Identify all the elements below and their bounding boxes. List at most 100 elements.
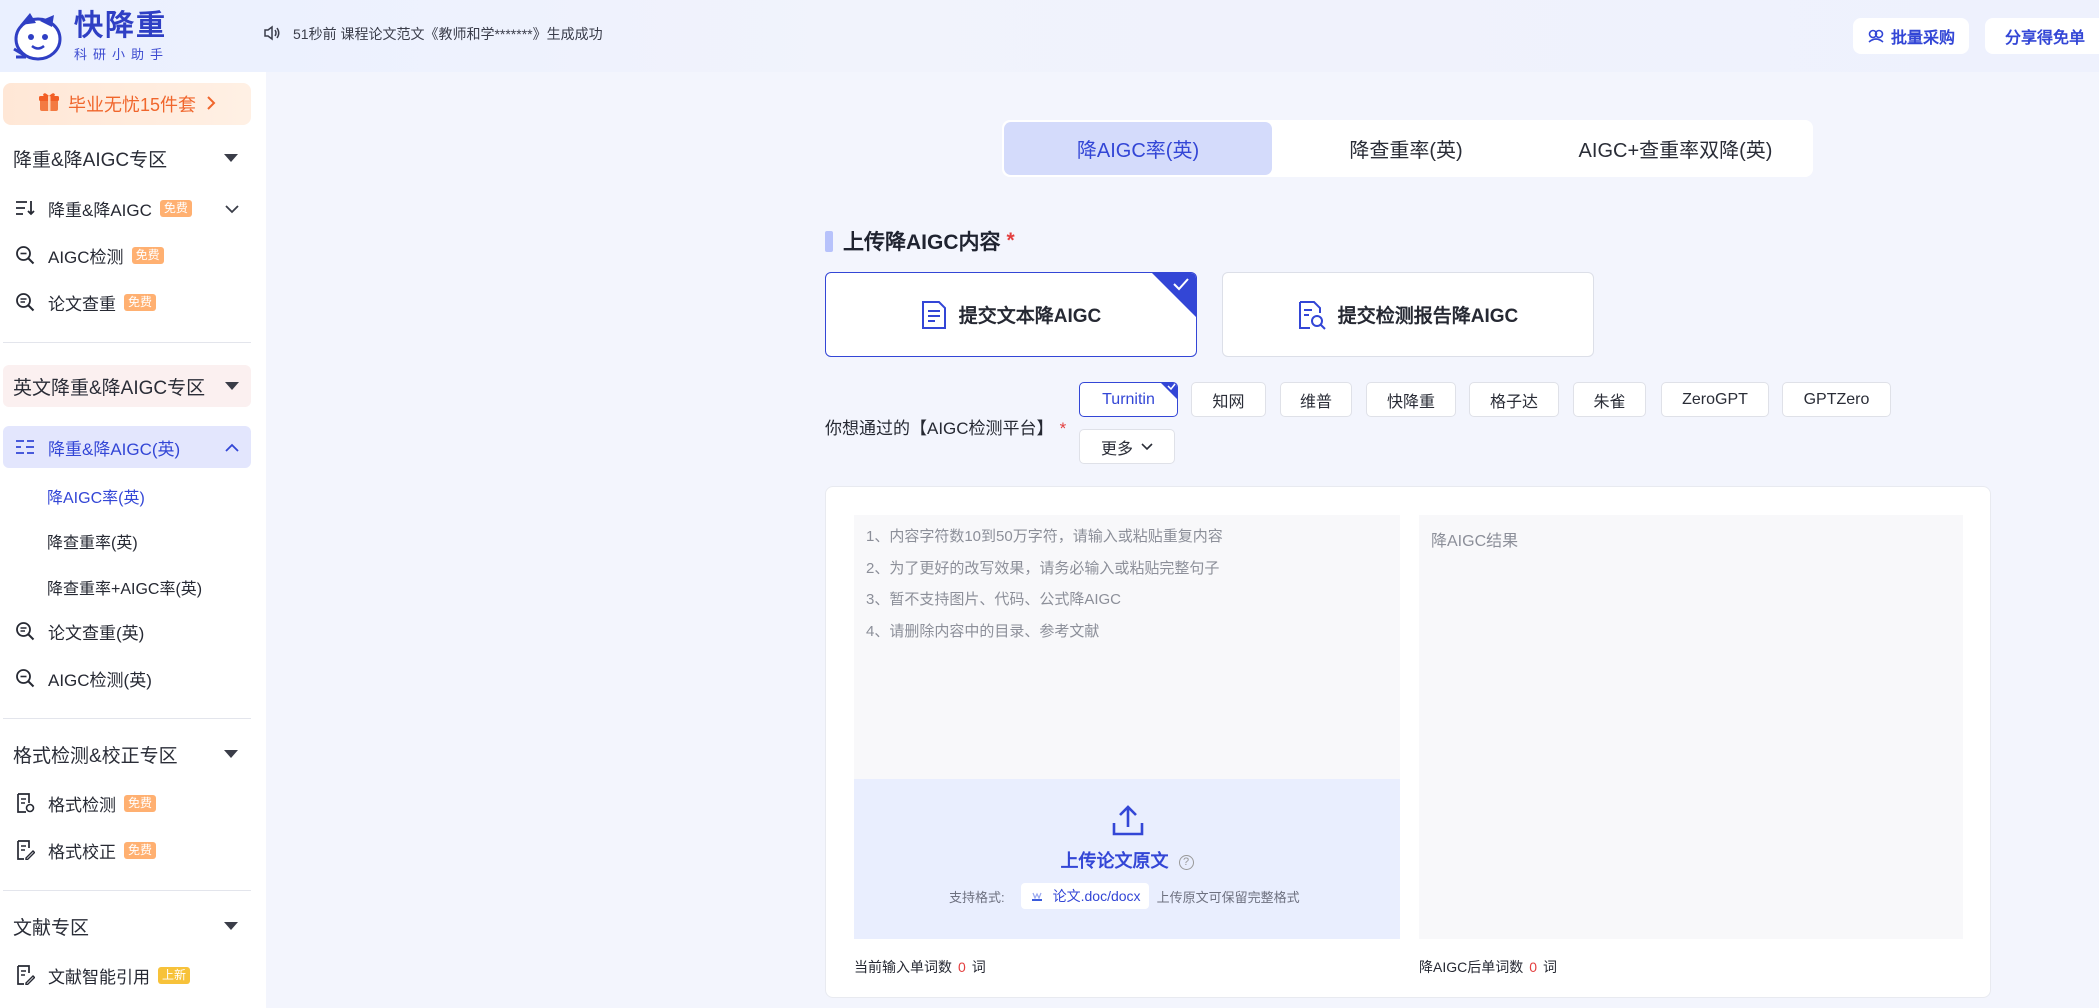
free-badge: 免费 — [124, 794, 157, 812]
input-hint: 3、暂不支持图片、代码、公式降AIGC — [866, 591, 1122, 608]
share-button[interactable]: 分享得免单 — [1985, 18, 2099, 54]
platform-label: Turnitin — [1102, 390, 1155, 408]
free-badge: 免费 — [124, 841, 157, 859]
section-english-rewrite-aigc[interactable]: 英文降重&降AIGC专区 — [3, 365, 251, 407]
platform-kuaijiangchong[interactable]: 快降重 — [1366, 382, 1456, 417]
section-title: 文献专区 — [13, 917, 90, 939]
submit-text-label: 提交文本降AIGC — [958, 306, 1102, 327]
sub-item-reduce-aigc-en[interactable]: 降AIGC率(英) — [47, 484, 145, 508]
sidebar-item-format-check[interactable]: 格式检测 免费 — [3, 782, 251, 824]
supported-formats: 支持格式: 论文.doc/docx 上传原文可保留完整格式 — [949, 883, 1300, 909]
tab-dual-reduce-en[interactable]: AIGC+查重率双降(英) — [1540, 122, 1811, 175]
upload-title-row: 上传论文原文? — [854, 847, 1400, 873]
sidebar-item-plagiarism-check[interactable]: 论文查重 免费 — [3, 281, 251, 323]
logo-mascot-icon — [10, 9, 68, 63]
count-prefix: 当前输入单词数 — [854, 959, 952, 975]
sidebar-item-smart-citation[interactable]: 文献智能引用 上新 — [3, 954, 251, 996]
sub-item-reduce-dup-en[interactable]: 降查重率(英) — [47, 529, 138, 553]
sidebar-item-label: 论文查重 — [48, 294, 116, 314]
platform-gezida[interactable]: 格子达 — [1469, 382, 1559, 417]
section-title: 降重&降AIGC专区 — [13, 149, 168, 171]
promo-banner[interactable]: 毕业无忧15件套 — [3, 83, 251, 125]
platform-vip[interactable]: 维普 — [1280, 382, 1352, 417]
result-word-count: 降AIGC后单词数 0 词 — [1419, 957, 1557, 977]
sidebar-item-label: 论文查重(英) — [48, 623, 145, 643]
sidebar-item-english-aigc-check[interactable]: AIGC检测(英) — [3, 657, 251, 699]
check-icon — [1167, 383, 1176, 391]
input-word-count: 当前输入单词数 0 词 — [854, 957, 986, 977]
speaker-icon — [263, 25, 281, 44]
logo-subtitle: 科研小助手 — [74, 47, 170, 63]
sidebar-item-english-rewrite-aigc[interactable]: 降重&降AIGC(英) — [3, 426, 251, 468]
count-suffix: 词 — [971, 959, 986, 975]
sidebar-item-format-correct[interactable]: 格式校正 免费 — [3, 829, 251, 871]
doc-check-icon — [14, 792, 36, 814]
platform-turnitin[interactable]: Turnitin — [1079, 382, 1178, 417]
submit-report-card[interactable]: 提交检测报告降AIGC — [1222, 272, 1594, 357]
platform-zhuque[interactable]: 朱雀 — [1573, 382, 1646, 417]
check-icon — [1173, 278, 1189, 291]
more-platforms-dropdown[interactable]: 更多 — [1079, 429, 1175, 464]
report-search-icon — [1298, 300, 1326, 330]
more-label: 更多 — [1100, 440, 1133, 458]
logo[interactable]: 快降重 科研小助手 — [10, 9, 169, 63]
submit-text-card[interactable]: 提交文本降AIGC — [825, 272, 1197, 357]
chevron-down-icon — [1141, 442, 1153, 450]
sidebar: 毕业无忧15件套 降重&降AIGC专区 降重&降AIGC 免费 AIGC检测 免… — [0, 72, 266, 1008]
tab-reduce-dup-en[interactable]: 降查重率(英) — [1272, 122, 1540, 175]
required-mark: * — [1006, 229, 1015, 252]
search-doc-icon — [14, 244, 36, 266]
section-title: 格式检测&校正专区 — [13, 745, 178, 767]
upload-section-header: 上传降AIGC内容 * — [825, 226, 1015, 256]
notice-text: 51秒前 课程论文范文《教师和学*******》生成成功 — [293, 26, 603, 42]
divider — [3, 890, 251, 891]
sidebar-item-label: AIGC检测 — [48, 247, 124, 267]
chevron-right-icon — [206, 94, 216, 115]
format-note: 上传原文可保留完整格式 — [1156, 889, 1300, 905]
sidebar-item-english-plagiarism-check[interactable]: 论文查重(英) — [3, 610, 251, 652]
platform-gptzero[interactable]: GPTZero — [1782, 382, 1891, 417]
section-literature[interactable]: 文献专区 — [0, 905, 250, 947]
document-icon — [921, 300, 946, 329]
sub-item-reduce-dup-aigc-en[interactable]: 降查重率+AIGC率(英) — [47, 575, 202, 599]
doc-cite-icon — [14, 964, 36, 986]
sidebar-item-label: 降重&降AIGC — [48, 200, 152, 220]
count-suffix: 词 — [1543, 959, 1558, 975]
upload-icon — [1112, 805, 1144, 836]
sidebar-item-label: 降重&降AIGC(英) — [48, 439, 181, 459]
doc-edit-icon — [14, 839, 36, 861]
bulk-purchase-button[interactable]: 批量采购 — [1853, 18, 1970, 54]
source-text-input[interactable]: 1、内容字符数10到50万字符，请输入或粘贴重复内容 2、为了更好的改写效果，请… — [854, 515, 1400, 779]
free-badge: 免费 — [131, 246, 164, 264]
count-value: 0 — [1529, 959, 1538, 975]
platform-label: 你想通过的【AIGC检测平台】 * — [825, 414, 1066, 439]
caret-down-icon — [224, 922, 238, 930]
input-hint: 2、为了更好的改写效果，请务必输入或粘贴完整句子 — [866, 560, 1220, 577]
help-icon[interactable]: ? — [1178, 854, 1194, 870]
caret-down-icon — [225, 382, 239, 390]
caret-down-icon — [224, 154, 238, 162]
input-hint: 1、内容字符数10到50万字符，请输入或粘贴重复内容 — [866, 528, 1223, 545]
mode-tabs: 降AIGC率(英) 降查重率(英) AIGC+查重率双降(英) — [1002, 120, 1813, 177]
promo-label: 毕业无忧15件套 — [67, 95, 197, 115]
upload-dropzone[interactable]: 上传论文原文? 支持格式: 论文.doc/docx 上传原文可保留完整格式 — [854, 779, 1400, 939]
chevron-down-icon — [225, 199, 239, 219]
editor-card: 1、内容字符数10到50万字符，请输入或粘贴重复内容 2、为了更好的改写效果，请… — [825, 486, 1991, 998]
chevron-up-icon — [225, 438, 239, 458]
caret-down-icon — [224, 750, 238, 758]
sidebar-item-label: 格式检测 — [48, 795, 116, 815]
sort-lines-icon — [14, 197, 36, 219]
sidebar-item-aigc-check[interactable]: AIGC检测 免费 — [3, 234, 251, 276]
platform-cnki[interactable]: 知网 — [1191, 382, 1266, 417]
section-rewrite-aigc[interactable]: 降重&降AIGC专区 — [0, 137, 250, 179]
share-label: 分享得免单 — [2005, 30, 2086, 47]
platform-zerogpt[interactable]: ZeroGPT — [1661, 382, 1769, 417]
result-output[interactable]: 降AIGC结果 — [1419, 515, 1963, 939]
tab-reduce-aigc-en[interactable]: 降AIGC率(英) — [1004, 122, 1272, 175]
sidebar-item-rewrite-aigc[interactable]: 降重&降AIGC 免费 — [3, 187, 251, 229]
gift-icon — [38, 91, 60, 118]
logo-title: 快降重 — [74, 9, 168, 42]
search-doc-icon — [14, 620, 36, 642]
section-format-check[interactable]: 格式检测&校正专区 — [0, 733, 250, 775]
sidebar-item-label: AIGC检测(英) — [48, 670, 152, 690]
